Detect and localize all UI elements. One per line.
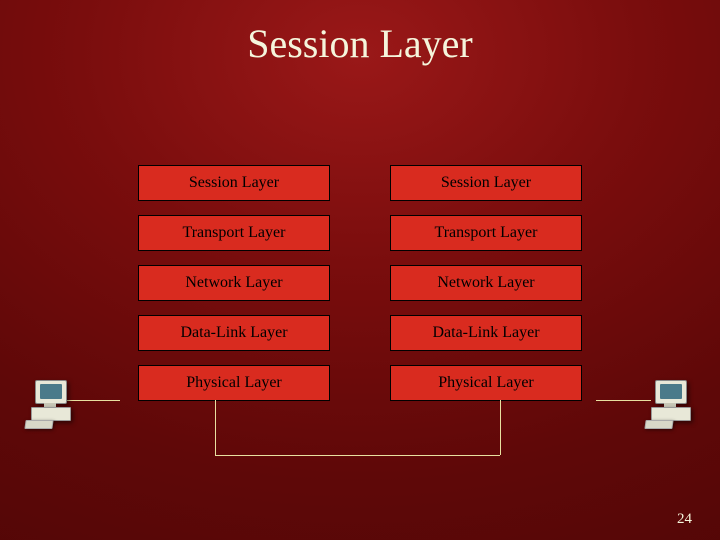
connection-line (215, 400, 216, 455)
right-stack: Session Layer Transport Layer Network La… (390, 165, 582, 401)
left-network-layer: Network Layer (138, 265, 330, 301)
right-physical-layer: Physical Layer (390, 365, 582, 401)
connection-line (500, 400, 501, 455)
right-network-layer: Network Layer (390, 265, 582, 301)
right-session-layer: Session Layer (390, 165, 582, 201)
left-datalink-layer: Data-Link Layer (138, 315, 330, 351)
left-stack: Session Layer Transport Layer Network La… (138, 165, 330, 401)
connection-line (596, 400, 651, 401)
left-physical-layer: Physical Layer (138, 365, 330, 401)
page-number: 24 (677, 511, 692, 528)
layer-stacks-container: Session Layer Transport Layer Network La… (0, 165, 720, 401)
left-session-layer: Session Layer (138, 165, 330, 201)
right-datalink-layer: Data-Link Layer (390, 315, 582, 351)
computer-icon (25, 380, 75, 428)
slide-title: Session Layer (0, 20, 720, 67)
right-transport-layer: Transport Layer (390, 215, 582, 251)
connection-line (215, 455, 500, 456)
left-transport-layer: Transport Layer (138, 215, 330, 251)
computer-icon (645, 380, 695, 428)
